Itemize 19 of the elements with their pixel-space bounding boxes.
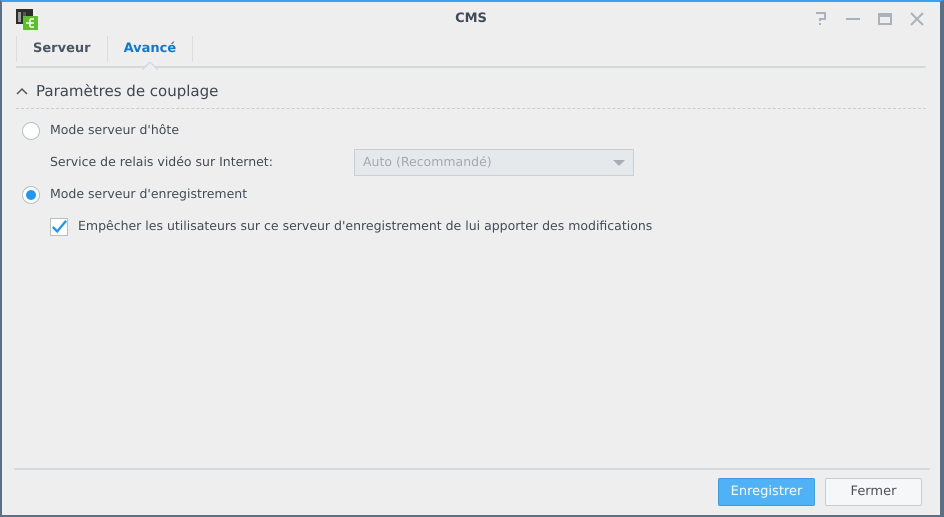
tab[interactable]: Serveur	[16, 36, 107, 62]
maximize-button[interactable]	[876, 10, 894, 28]
close-button[interactable]	[908, 10, 926, 28]
window-title: CMS	[455, 10, 487, 28]
app-icon	[16, 8, 38, 30]
dropdown-caret-icon	[613, 160, 625, 166]
radio-label: Mode serveur d'enregistrement	[50, 185, 248, 204]
radio-button[interactable]	[22, 122, 40, 140]
tab[interactable]: Avancé	[106, 36, 194, 62]
minimize-button[interactable]	[846, 18, 860, 20]
close-dialog-button[interactable]: Fermer	[825, 478, 922, 506]
checkbox-label: Empêcher les utilisateurs sur ce serveur d'enregistrement de lui apporter des modifications	[78, 217, 652, 236]
save-button[interactable]: Enregistrer	[718, 478, 815, 506]
collapse-icon[interactable]	[16, 87, 28, 96]
radio-label: Mode serveur d'hôte	[50, 121, 180, 140]
checkbox[interactable]	[50, 218, 68, 236]
radio-button[interactable]	[22, 186, 40, 204]
section-title: Paramètres de couplage	[36, 81, 218, 102]
field-label: Service de relais vidéo sur Internet:	[50, 153, 273, 172]
